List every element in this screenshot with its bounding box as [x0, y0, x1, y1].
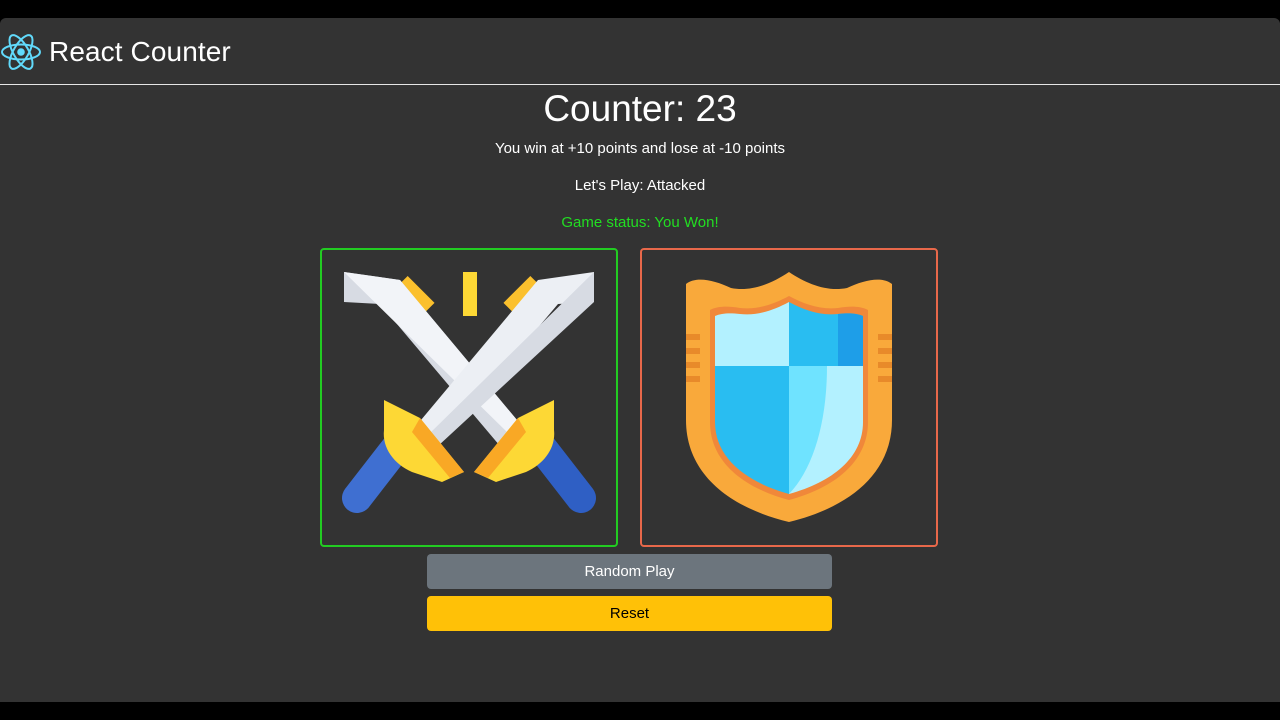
brand-title[interactable]: React Counter — [49, 36, 231, 68]
react-logo-icon[interactable] — [0, 31, 42, 73]
rules-text: You win at +10 points and lose at -10 po… — [494, 140, 786, 157]
navbar: React Counter — [0, 18, 1280, 85]
game-status-text: Game status: You Won! — [561, 214, 719, 231]
attack-card[interactable] — [320, 248, 618, 547]
play-text: Let's Play: Attacked — [574, 177, 706, 194]
defend-card[interactable] — [640, 248, 938, 547]
reset-button[interactable]: Reset — [427, 596, 832, 631]
shield-icon — [686, 272, 892, 522]
counter-title: Counter: 23 — [543, 88, 737, 129]
crossed-swords-icon — [342, 272, 596, 513]
random-play-button[interactable]: Random Play — [427, 554, 832, 589]
app-window: React Counter Counter: 23 You win at +10… — [0, 18, 1280, 702]
